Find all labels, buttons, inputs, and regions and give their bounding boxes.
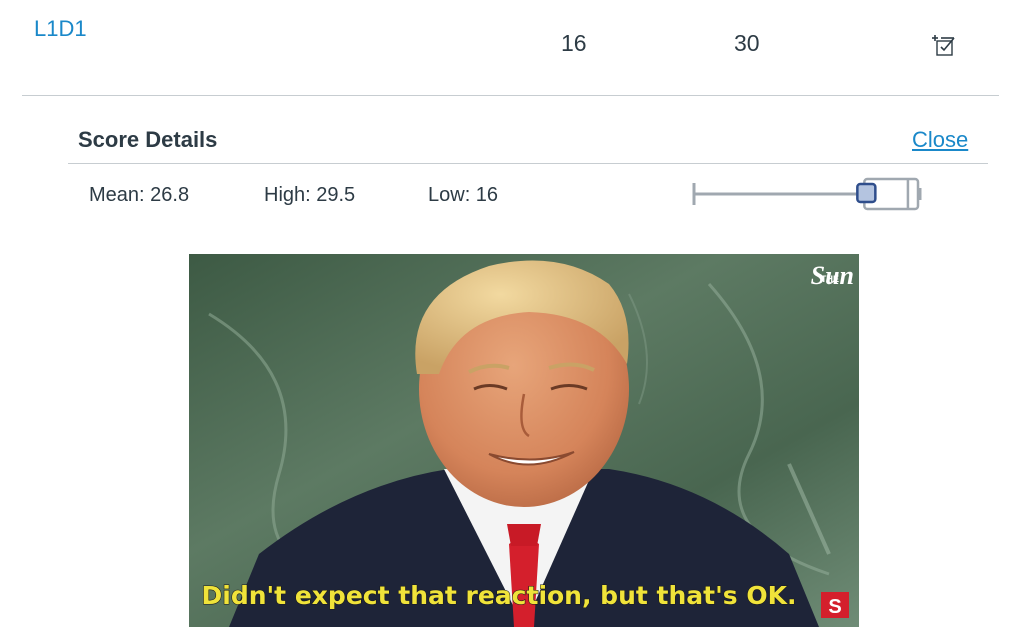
assignment-link[interactable]: L1D1 — [34, 16, 87, 42]
details-divider — [68, 163, 988, 164]
score-box-plot — [692, 177, 922, 211]
score-marker — [856, 182, 877, 204]
mean-stat: Mean: 26.8 — [89, 184, 190, 206]
corner-badge-letter: S — [828, 596, 841, 618]
score-details-title: Score Details — [78, 127, 218, 152]
score-details-icon[interactable] — [932, 32, 958, 58]
meme-caption: Didn't expect that reaction, but that's … — [202, 581, 797, 610]
high-stat: High: 29.5 — [264, 184, 356, 206]
reaction-meme-image: THE Sun Didn't expect that reaction, but… — [189, 254, 859, 627]
row-divider — [22, 95, 999, 96]
close-link[interactable]: Close — [912, 127, 968, 153]
low-stat: Low: 16 — [428, 184, 499, 206]
grades-page: L1D1 16 30 Score Details Close Mean: 26.… — [0, 0, 1029, 642]
assignment-score: 16 — [561, 30, 587, 56]
assignment-points-possible: 30 — [734, 30, 760, 56]
sun-watermark: Sun — [811, 261, 854, 290]
